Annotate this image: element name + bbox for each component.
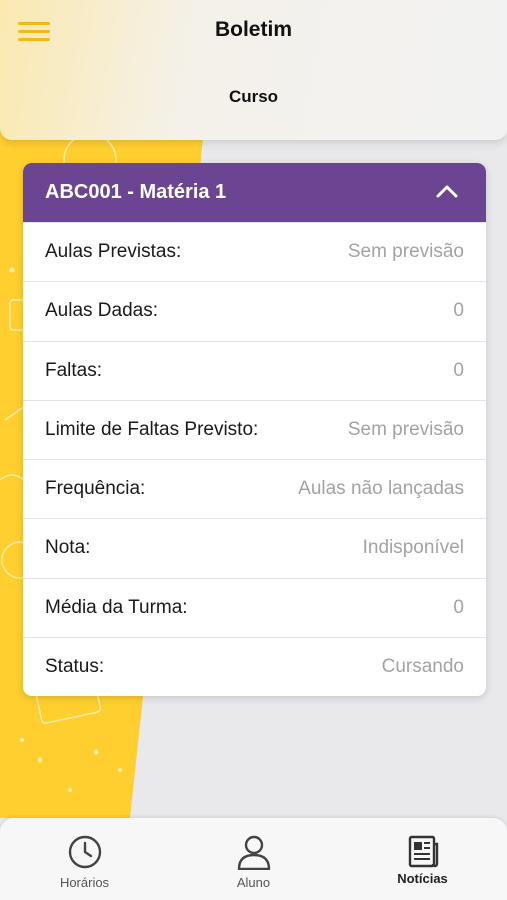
bottom-tab-bar: Horários Aluno Notícias (0, 818, 507, 900)
clock-icon (68, 835, 101, 869)
row-label: Limite de Faltas Previsto: (45, 418, 259, 440)
tab-label: Horários (59, 875, 110, 890)
row-value: Aulas não lançadas (298, 478, 464, 500)
subject-card: ABC001 - Matéria 1 Aulas Previstas: Sem … (23, 163, 486, 696)
tab-label: Notícias (397, 871, 448, 886)
tab-noticias[interactable]: Notícias (338, 818, 507, 900)
row-status: Status: Cursando (23, 637, 486, 696)
row-value: Sem previsão (347, 418, 464, 440)
row-value: Indisponível (362, 537, 464, 559)
subject-card-header[interactable]: ABC001 - Matéria 1 (23, 163, 486, 222)
row-value: 0 (453, 359, 464, 381)
row-label: Aulas Dadas: (45, 300, 159, 322)
row-aulas-previstas: Aulas Previstas: Sem previsão (23, 222, 486, 281)
row-label: Aulas Previstas: (45, 241, 182, 262)
row-value: 0 (453, 596, 464, 618)
row-nota: Nota: Indisponível (23, 518, 486, 577)
row-frequencia: Frequência: Aulas não lançadas (23, 459, 486, 518)
app-header: Boletim Curso (0, 0, 507, 140)
course-label[interactable]: Curso (0, 87, 507, 107)
row-media-turma: Média da Turma: 0 (23, 577, 486, 637)
page-title: Boletim (214, 18, 292, 41)
newspaper-icon (408, 835, 438, 868)
row-value: Cursando (381, 656, 464, 678)
row-label: Faltas: (45, 359, 103, 381)
tab-label: Aluno (236, 875, 271, 890)
row-value: Sem previsão (347, 241, 464, 262)
row-label: Média da Turma: (45, 596, 188, 618)
tab-horarios[interactable]: Horários (0, 818, 169, 900)
row-limite-faltas: Limite de Faltas Previsto: Sem previsão (23, 399, 486, 459)
user-icon (237, 835, 270, 870)
row-faltas: Faltas: 0 (23, 340, 486, 400)
tab-aluno[interactable]: Aluno (169, 818, 338, 900)
row-label: Status: (45, 656, 105, 678)
row-label: Frequência: (45, 478, 146, 500)
row-aulas-dadas: Aulas Dadas: 0 (23, 281, 486, 340)
chevron-up-icon[interactable] (436, 184, 458, 198)
row-value: 0 (453, 300, 464, 322)
row-label: Nota: (45, 537, 91, 559)
subject-title: ABC001 - Matéria 1 (45, 181, 227, 203)
